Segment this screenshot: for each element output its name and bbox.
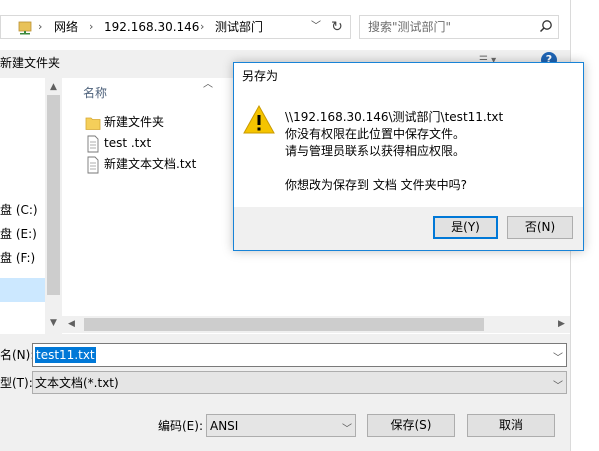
scroll-down-icon[interactable]: ▼ xyxy=(50,318,57,328)
nav-item-drive-e[interactable]: 盘 (E:) xyxy=(0,226,37,242)
breadcrumb-folder[interactable]: 测试部门 xyxy=(215,19,263,35)
search-icon[interactable] xyxy=(539,19,553,33)
scroll-right-icon[interactable]: ▶ xyxy=(558,319,565,329)
filetype-value: 文本文档(*.txt) xyxy=(35,376,119,390)
chevron-down-icon[interactable]: ﹀ xyxy=(553,349,563,364)
filename-value[interactable]: test11.txt xyxy=(35,347,96,363)
nav-item-drive-c[interactable]: 盘 (C:) xyxy=(0,202,38,218)
nav-item-drive-f[interactable]: 盘 (F:) xyxy=(0,250,35,266)
breadcrumb-separator: › xyxy=(200,20,205,33)
nav-selected-item[interactable] xyxy=(0,278,45,302)
new-folder-button[interactable]: 新建文件夹 xyxy=(0,55,60,71)
dialog-message-line: 请与管理员联系以获得相应权限。 xyxy=(285,144,466,158)
dialog-title: 另存为 xyxy=(242,69,279,83)
search-placeholder: 搜索"测试部门" xyxy=(368,20,452,34)
chevron-down-icon[interactable]: ﹀ xyxy=(342,420,352,435)
refresh-icon[interactable]: ↻ xyxy=(327,17,347,37)
breadcrumb-separator: › xyxy=(89,20,94,33)
text-file-icon xyxy=(87,156,99,174)
breadcrumb-network[interactable]: 网络 xyxy=(54,19,78,35)
dialog-message-line: 你没有权限在此位置中保存文件。 xyxy=(285,127,466,141)
file-item-new-text-doc[interactable]: 新建文本文档.txt xyxy=(104,155,196,173)
chevron-down-icon[interactable]: ﹀ xyxy=(553,377,563,392)
chevron-down-icon[interactable]: ﹀ xyxy=(309,17,323,37)
save-button[interactable]: 保存(S) xyxy=(367,414,455,437)
cancel-button[interactable]: 取消 xyxy=(467,414,555,437)
warning-icon xyxy=(243,105,275,134)
text-file-icon xyxy=(87,135,99,153)
horizontal-scrollbar-thumb[interactable] xyxy=(84,318,484,331)
file-item-test-txt[interactable]: test .txt xyxy=(104,134,151,152)
filename-label: 名(N): xyxy=(0,348,35,362)
no-button[interactable]: 否(N) xyxy=(507,216,573,239)
dialog-path: \\192.168.30.146\测试部门\test11.txt xyxy=(285,110,504,124)
dialog-question: 你想改为保存到 文档 文件夹中吗? xyxy=(285,178,467,192)
file-item-new-folder[interactable]: 新建文件夹 xyxy=(104,113,164,131)
folder-icon xyxy=(85,117,101,130)
scroll-up-icon[interactable]: ▲ xyxy=(50,82,57,92)
column-header-name[interactable]: 名称 xyxy=(83,85,107,101)
breadcrumb-host[interactable]: 192.168.30.146 xyxy=(104,19,199,35)
scroll-left-icon[interactable]: ◀ xyxy=(68,319,75,329)
encoding-value: ANSI xyxy=(210,419,239,433)
network-folder-icon xyxy=(18,21,32,35)
yes-button[interactable]: 是(Y) xyxy=(433,216,498,239)
breadcrumb-separator: › xyxy=(38,20,43,33)
filename-field[interactable] xyxy=(32,343,567,367)
nav-scrollbar-thumb[interactable] xyxy=(47,95,60,295)
encoding-label: 编码(E): xyxy=(158,419,203,433)
sort-ascending-icon: ︿ xyxy=(203,79,213,90)
filetype-label: 型(T): xyxy=(0,376,33,390)
